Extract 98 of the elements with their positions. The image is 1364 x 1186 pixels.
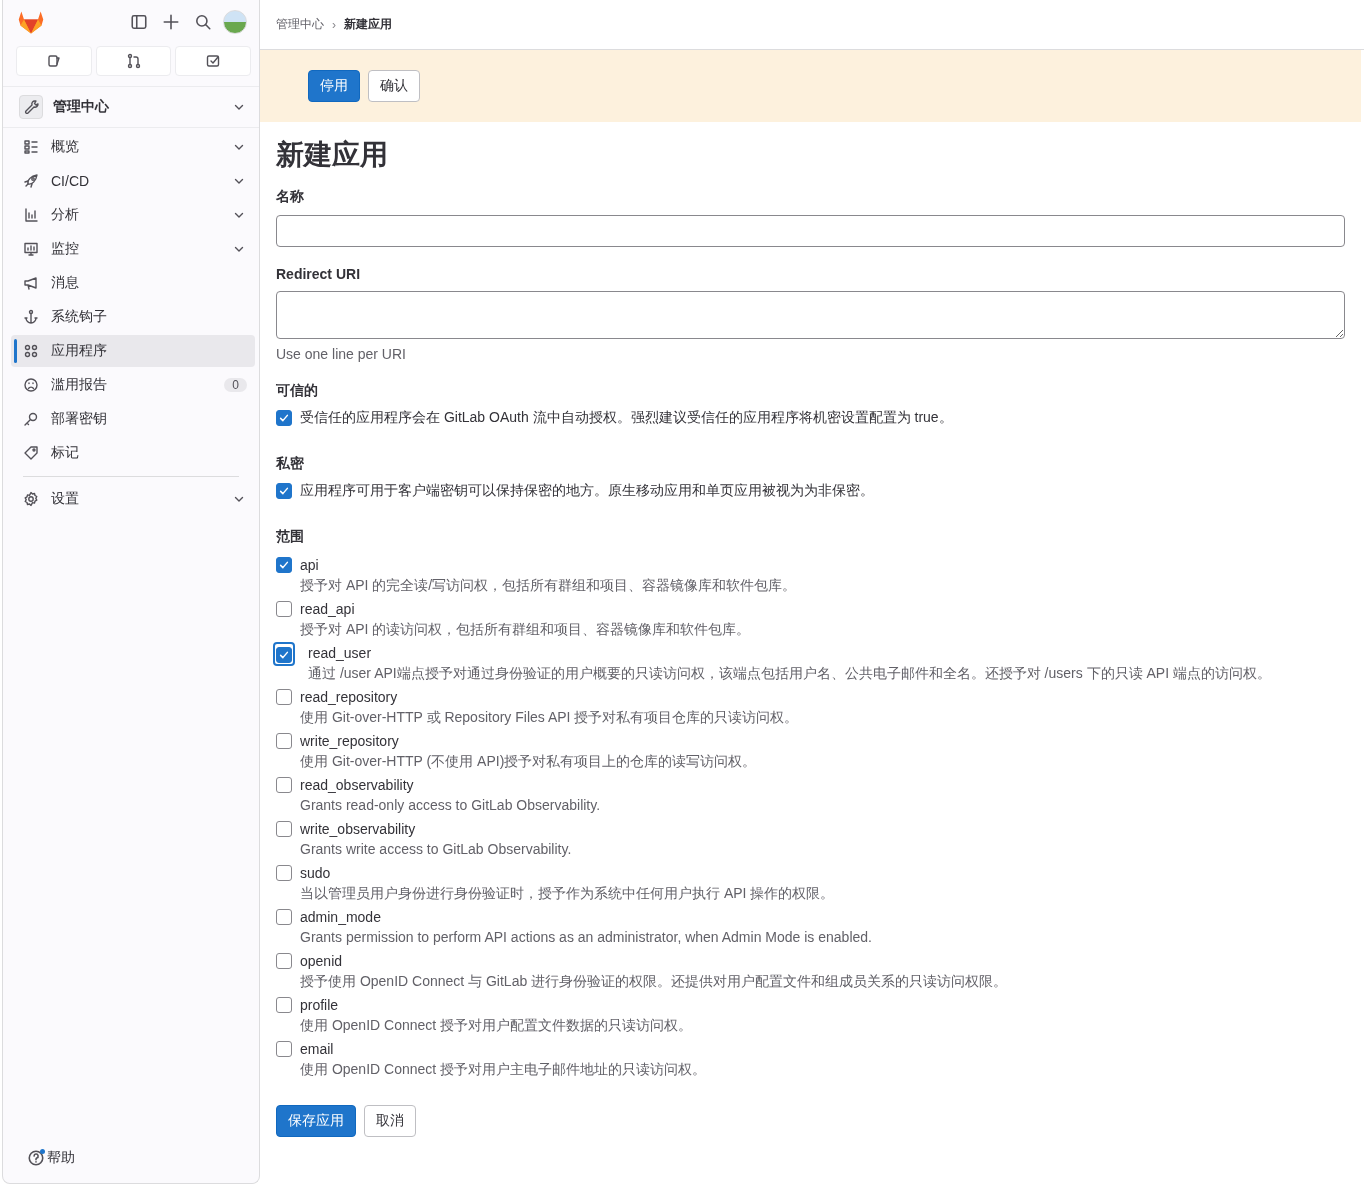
scope-name: profile	[300, 996, 340, 1015]
key-icon	[23, 411, 39, 427]
scope-name: write_repository	[300, 732, 400, 751]
checkbox[interactable]	[276, 689, 292, 705]
checkbox[interactable]	[276, 821, 292, 837]
nav-item[interactable]: 标记	[11, 437, 255, 469]
button[interactable]: 保存应用	[276, 1105, 356, 1137]
quick-action-button[interactable]	[175, 46, 251, 76]
button[interactable]: 确认	[368, 70, 420, 102]
scope-description: 授予使用 OpenID Connect 与 GitLab 进行身份验证的权限。还提供对用户配置文件和组成员关系的只读访问权限。	[300, 972, 1008, 991]
nav-item[interactable]: 系统钩子	[11, 301, 255, 333]
field-label: Redirect URI	[276, 266, 362, 282]
nav-item[interactable]: 监控	[11, 233, 255, 265]
todo-icon	[205, 53, 222, 69]
merge-request-icon	[125, 53, 142, 69]
checkbox[interactable]	[276, 953, 292, 969]
help-text: Use one line per URI	[276, 346, 407, 362]
rocket-icon	[23, 173, 39, 189]
count-badge: 0	[224, 378, 247, 392]
context-switcher[interactable]: 管理中心	[3, 86, 259, 128]
check-icon	[278, 412, 290, 424]
nav-item[interactable]: 分析	[11, 199, 255, 231]
scope-description: 使用 OpenID Connect 授予对用户主电子邮件地址的只读访问权。	[300, 1060, 707, 1079]
scope-description: 授予对 API 的读访问权，包括所有群组和项目、容器镜像库和软件包库。	[300, 620, 751, 639]
scope-description: 当以管理员用户身份进行身份验证时，授予作为系统中任何用户执行 API 操作的权限。	[300, 884, 835, 903]
scope-name: read_user	[308, 644, 373, 663]
anchor-icon	[23, 309, 39, 325]
scope-name: read_observability	[300, 776, 415, 795]
name-field[interactable]	[276, 215, 1345, 247]
scope-name: email	[300, 1040, 335, 1059]
help-icon	[27, 1149, 45, 1167]
nav-item[interactable]: 设置	[11, 483, 255, 515]
scope-name: openid	[300, 952, 344, 971]
checkbox[interactable]	[276, 1041, 292, 1057]
context-label: 管理中心	[53, 98, 110, 116]
checkbox[interactable]	[276, 483, 292, 499]
wrench-icon	[23, 99, 39, 115]
checkbox[interactable]	[276, 647, 292, 663]
check-icon	[278, 559, 290, 571]
quick-action-button[interactable]	[16, 46, 92, 76]
section-heading: 可信的	[276, 382, 319, 400]
apps-icon	[23, 343, 39, 359]
scope-name: read_repository	[300, 688, 399, 707]
checkbox[interactable]	[276, 601, 292, 617]
breadcrumb[interactable]: 管理中心	[276, 16, 324, 33]
nav-item[interactable]: 消息	[11, 267, 255, 299]
nav-item[interactable]: 滥用报告 0	[11, 369, 255, 401]
megaphone-icon	[23, 275, 39, 291]
nav-item[interactable]: 应用程序	[11, 335, 255, 367]
scope-description: 使用 Git-over-HTTP 或 Repository Files API 授予对私有项目仓库的只读访问权。	[300, 708, 799, 727]
scope-description: Grants write access to GitLab Observability.	[300, 840, 572, 859]
checkbox[interactable]	[276, 997, 292, 1013]
checkbox[interactable]	[276, 410, 292, 426]
settings-icon	[23, 491, 39, 507]
section-heading: 私密	[276, 455, 305, 473]
checkbox-label: 受信任的应用程序会在 GitLab OAuth 流中自动授权。强烈建议受信任的应用程序将机密设置配置为 true。	[300, 409, 953, 427]
field-label: 名称	[276, 188, 305, 206]
scope-description: 使用 OpenID Connect 授予对用户配置文件数据的只读访问权。	[300, 1016, 693, 1035]
checkbox[interactable]	[276, 733, 292, 749]
nav-item[interactable]: 概览	[11, 131, 255, 163]
button[interactable]: 取消	[364, 1105, 416, 1137]
checkbox[interactable]	[276, 557, 292, 573]
sad-face-icon	[23, 377, 39, 393]
breadcrumb-separator: ›	[332, 17, 336, 32]
scope-name: api	[300, 556, 320, 575]
checkbox[interactable]	[276, 909, 292, 925]
scope-description: Grants permission to perform API actions as an administrator, when Admin Mode is enabled.	[300, 928, 872, 947]
avatar[interactable]	[223, 10, 247, 34]
search-icon	[194, 13, 212, 31]
scope-name: read_api	[300, 600, 356, 619]
button[interactable]: 停用	[308, 70, 360, 102]
scope-description: 使用 Git-over-HTTP (不使用 API)授予对私有项目上的仓库的读写访问权。	[300, 752, 757, 771]
scope-description: 授予对 API 的完全读/写访问权，包括所有群组和项目、容器镜像库和软件包库。	[300, 576, 797, 595]
nav-item[interactable]: CI/CD	[11, 165, 255, 197]
redirect-uri-field[interactable]	[276, 291, 1345, 339]
issues-icon	[45, 53, 62, 69]
scope-description: 通过 /user API端点授予对通过身份验证的用户概要的只读访问权，该端点包括用户名、公共电子邮件和全名。还授予对 /users 下的只读 API 端点的访问权。	[308, 664, 1271, 683]
checkbox-label: 应用程序可用于客户端密钥可以保持保密的地方。原生移动应用和单页应用被视为为非保密。	[300, 482, 874, 500]
check-icon	[278, 485, 290, 497]
checkbox[interactable]	[276, 865, 292, 881]
quick-action-button[interactable]	[95, 46, 172, 76]
nav-item[interactable]: 部署密钥	[11, 403, 255, 435]
scope-name: admin_mode	[300, 908, 382, 927]
scope-name: sudo	[300, 864, 332, 883]
page-title: 新建应用	[276, 138, 389, 172]
breadcrumb[interactable]: 新建应用	[344, 16, 392, 33]
monitor-icon	[23, 241, 39, 257]
scope-description: Grants read-only access to GitLab Observability.	[300, 796, 601, 815]
tag-icon	[23, 445, 39, 461]
bar-chart-icon	[23, 207, 39, 223]
section-heading: 范围	[276, 528, 305, 546]
check-icon	[278, 649, 290, 661]
help-link[interactable]: 帮助	[3, 1149, 259, 1183]
plus-icon	[162, 13, 180, 31]
sidebar-toggle-icon	[130, 13, 148, 31]
scope-name: write_observability	[300, 820, 417, 839]
checkbox[interactable]	[276, 777, 292, 793]
list-icon	[23, 139, 39, 155]
